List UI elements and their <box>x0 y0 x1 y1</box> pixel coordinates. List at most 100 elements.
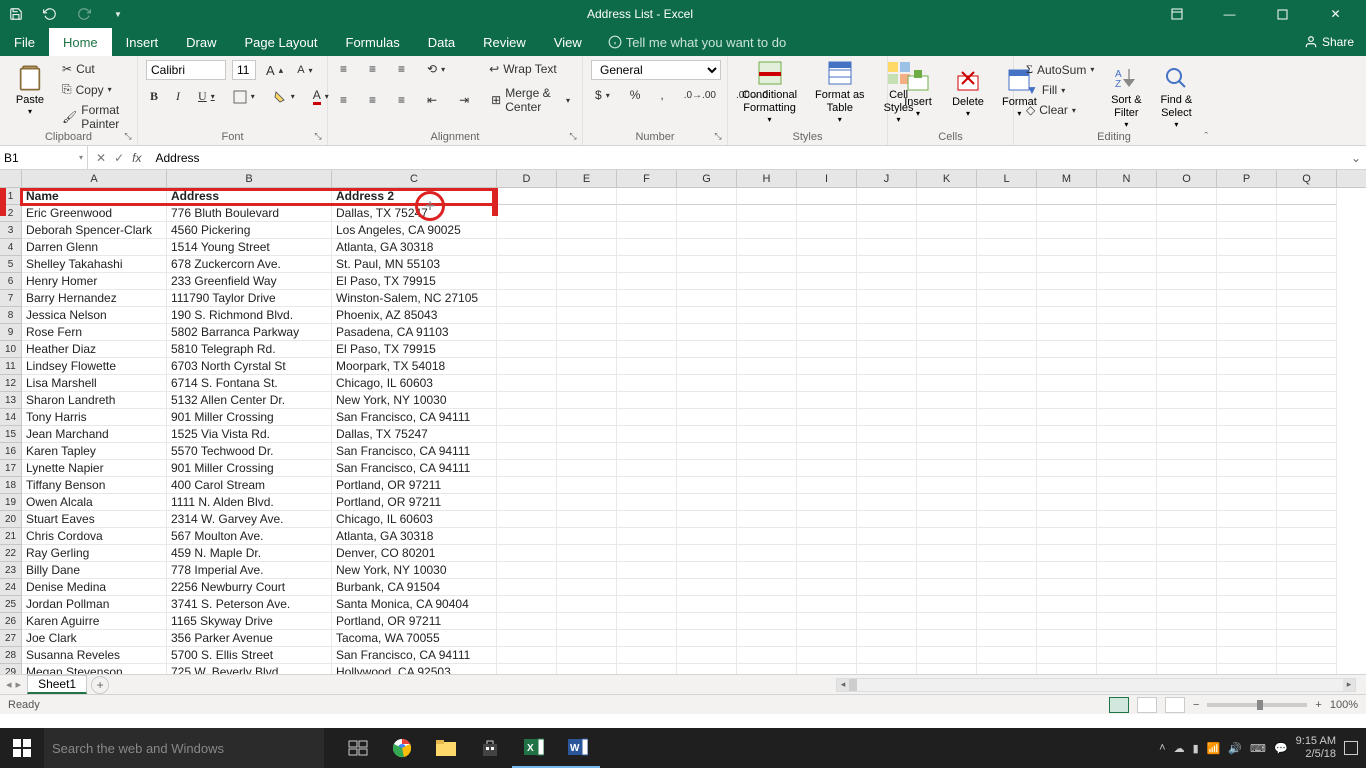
cell[interactable] <box>857 188 917 205</box>
cell[interactable]: 400 Carol Stream <box>167 477 332 494</box>
cell[interactable] <box>677 324 737 341</box>
row-header[interactable]: 19 <box>0 494 22 511</box>
cell[interactable]: 2314 W. Garvey Ave. <box>167 511 332 528</box>
cell[interactable] <box>917 307 977 324</box>
cell[interactable] <box>677 239 737 256</box>
cell[interactable] <box>1037 239 1097 256</box>
cell[interactable] <box>557 409 617 426</box>
cell[interactable] <box>557 443 617 460</box>
cell[interactable] <box>857 290 917 307</box>
decrease-indent-icon[interactable]: ⇤ <box>423 91 441 109</box>
insert-cells-button[interactable]: Insert▾ <box>896 62 940 121</box>
cell[interactable] <box>1097 494 1157 511</box>
cell[interactable] <box>677 494 737 511</box>
clipboard-launcher-icon[interactable]: ⤡ <box>121 129 135 143</box>
cell[interactable]: Sharon Landreth <box>22 392 167 409</box>
zoom-out-icon[interactable]: − <box>1193 699 1199 711</box>
cell[interactable] <box>1277 188 1337 205</box>
cell[interactable] <box>1097 460 1157 477</box>
cell[interactable] <box>497 205 557 222</box>
cell[interactable] <box>617 443 677 460</box>
cell[interactable]: New York, NY 10030 <box>332 562 497 579</box>
cell[interactable] <box>617 596 677 613</box>
col-header-B[interactable]: B <box>167 170 332 187</box>
cell[interactable]: Denise Medina <box>22 579 167 596</box>
align-top-icon[interactable]: ≡ <box>336 60 351 78</box>
col-header-O[interactable]: O <box>1157 170 1217 187</box>
cell[interactable] <box>737 460 797 477</box>
cell[interactable] <box>857 443 917 460</box>
cell[interactable] <box>797 545 857 562</box>
copy-button[interactable]: ⎘Copy ▾ <box>58 80 129 99</box>
cell[interactable] <box>677 477 737 494</box>
row-header[interactable]: 5 <box>0 256 22 273</box>
cell[interactable] <box>857 307 917 324</box>
zoom-slider[interactable] <box>1207 703 1307 707</box>
fill-color-button[interactable]: ▾ <box>269 88 299 106</box>
cell[interactable] <box>617 341 677 358</box>
align-bottom-icon[interactable]: ≡ <box>394 60 409 78</box>
cell[interactable]: 678 Zuckercorn Ave. <box>167 256 332 273</box>
cell[interactable] <box>917 392 977 409</box>
cell[interactable]: 6703 North Cyrstal St <box>167 358 332 375</box>
cell[interactable]: New York, NY 10030 <box>332 392 497 409</box>
cell[interactable] <box>617 545 677 562</box>
add-sheet-button[interactable]: + <box>91 676 109 694</box>
cell[interactable] <box>857 392 917 409</box>
cell[interactable]: 5570 Techwood Dr. <box>167 443 332 460</box>
cell[interactable] <box>857 579 917 596</box>
share-button[interactable]: Share <box>1304 28 1354 56</box>
cell[interactable]: 1111 N. Alden Blvd. <box>167 494 332 511</box>
cell[interactable]: Deborah Spencer-Clark <box>22 222 167 239</box>
cell[interactable] <box>1217 205 1277 222</box>
col-header-I[interactable]: I <box>797 170 857 187</box>
row-header[interactable]: 9 <box>0 324 22 341</box>
cell[interactable] <box>797 205 857 222</box>
cell[interactable] <box>917 443 977 460</box>
cancel-formula-icon[interactable]: ✕ <box>96 151 106 165</box>
cell[interactable] <box>1157 307 1217 324</box>
cell[interactable] <box>617 375 677 392</box>
cell[interactable] <box>917 494 977 511</box>
cell[interactable] <box>497 375 557 392</box>
cell[interactable] <box>1277 630 1337 647</box>
cell[interactable] <box>737 664 797 674</box>
cell[interactable]: Chicago, IL 60603 <box>332 375 497 392</box>
cell[interactable] <box>557 579 617 596</box>
cell[interactable] <box>917 528 977 545</box>
cell[interactable] <box>977 528 1037 545</box>
cell[interactable] <box>1217 375 1277 392</box>
cell[interactable] <box>857 375 917 392</box>
cell[interactable] <box>557 273 617 290</box>
cell[interactable] <box>677 341 737 358</box>
cell[interactable] <box>1157 358 1217 375</box>
tab-draw[interactable]: Draw <box>172 28 230 56</box>
cell[interactable]: Lindsey Flowette <box>22 358 167 375</box>
cell[interactable] <box>1097 596 1157 613</box>
cell[interactable] <box>557 477 617 494</box>
wifi-icon[interactable]: 📶 <box>1207 742 1221 755</box>
row-header[interactable]: 29 <box>0 664 22 674</box>
tray-clock[interactable]: 9:15 AM 2/5/18 <box>1296 735 1336 761</box>
scroll-left-icon[interactable]: ◂ <box>837 679 849 691</box>
align-right-icon[interactable]: ≡ <box>394 91 409 109</box>
cell[interactable] <box>737 545 797 562</box>
cell[interactable]: Burbank, CA 91504 <box>332 579 497 596</box>
cell[interactable] <box>857 562 917 579</box>
cell[interactable] <box>1097 341 1157 358</box>
tab-page-layout[interactable]: Page Layout <box>231 28 332 56</box>
cell[interactable] <box>977 205 1037 222</box>
cell[interactable] <box>617 579 677 596</box>
cell[interactable] <box>1157 596 1217 613</box>
cell[interactable] <box>1277 647 1337 664</box>
cell[interactable] <box>1277 545 1337 562</box>
cell[interactable] <box>797 511 857 528</box>
cell[interactable]: Address <box>167 188 332 205</box>
cell[interactable] <box>1277 358 1337 375</box>
cell[interactable] <box>1097 630 1157 647</box>
cell[interactable] <box>917 596 977 613</box>
cell[interactable] <box>1097 528 1157 545</box>
cell[interactable] <box>1217 460 1277 477</box>
cell[interactable]: Pasadena, CA 91103 <box>332 324 497 341</box>
cell[interactable] <box>1097 409 1157 426</box>
